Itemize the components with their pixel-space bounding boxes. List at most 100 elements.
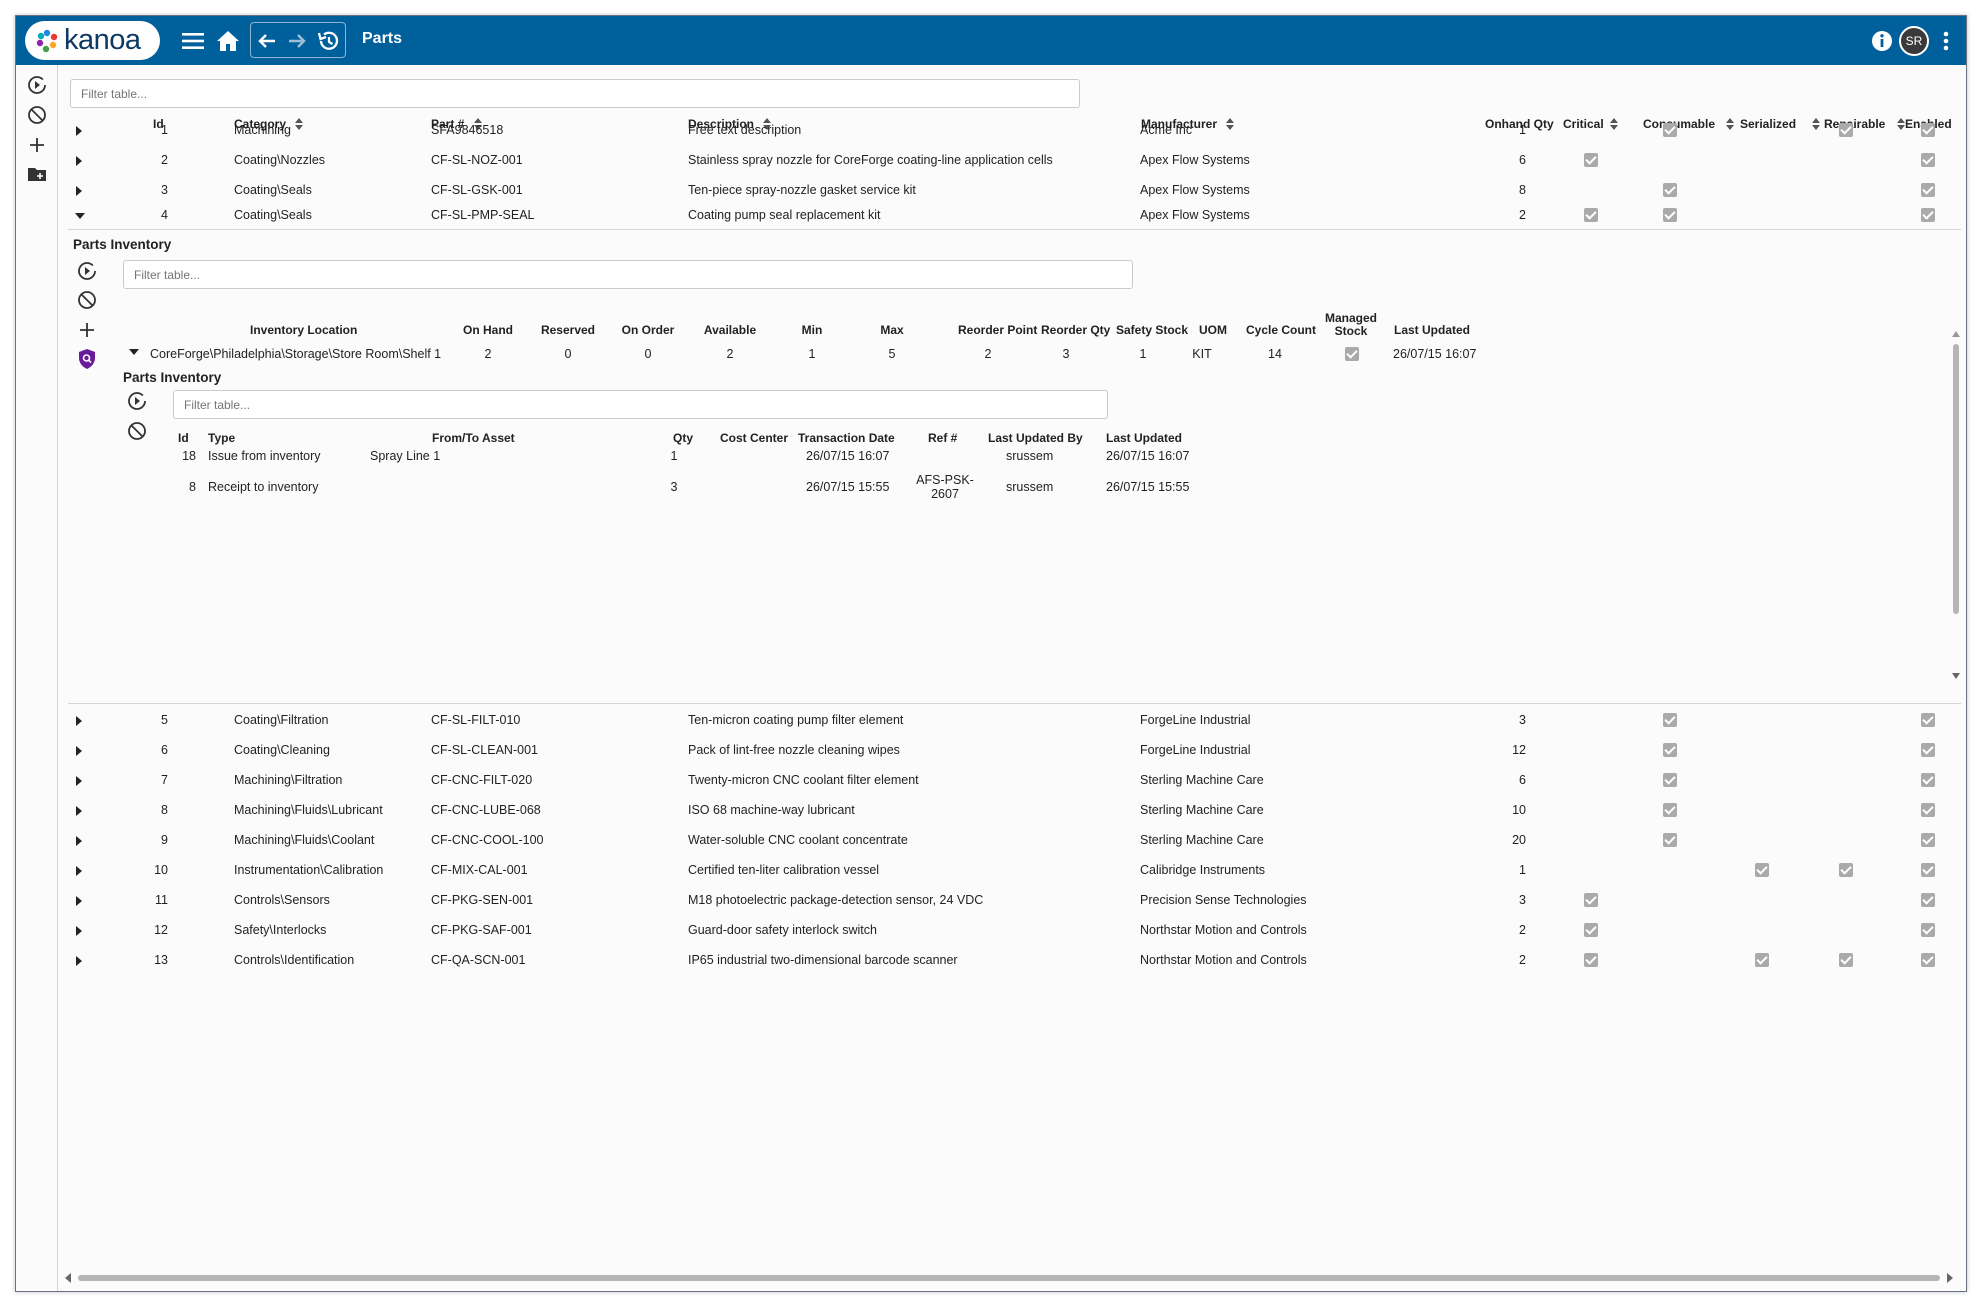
checkbox-checked[interactable] [1921,773,1935,787]
column-header-date[interactable]: Transaction Date [798,431,895,445]
inventory-reorder-point: 2 [984,347,992,361]
checkbox-checked[interactable] [1921,833,1935,847]
checkbox-checked[interactable] [1839,123,1853,137]
clear-filters-icon[interactable] [25,103,49,127]
sort-icon[interactable] [294,117,304,131]
column-header-last-updated[interactable]: Last Updated [1394,323,1470,337]
refresh-icon[interactable] [25,73,49,97]
checkbox-checked[interactable] [1345,347,1359,361]
add-icon[interactable] [76,319,98,341]
column-header-id[interactable]: Id [178,431,189,445]
column-header-cycle[interactable]: Cycle Count [1246,323,1316,337]
checkbox-checked[interactable] [1921,863,1935,877]
more-icon[interactable] [1936,16,1956,65]
kanoa-logo[interactable]: kanoa [25,21,160,60]
filter-input[interactable] [70,79,1080,108]
checkbox-checked[interactable] [1921,803,1935,817]
clear-filters-icon[interactable] [126,420,148,442]
history-icon[interactable] [313,16,343,65]
checkbox-checked[interactable] [1663,123,1677,137]
row-onhand-qty: 1 [1519,863,1526,877]
checkbox-checked[interactable] [1921,208,1935,222]
expand-location-toggle[interactable] [129,349,139,355]
row-onhand-qty: 3 [1519,713,1526,727]
checkbox-checked[interactable] [1755,863,1769,877]
checkbox-checked[interactable] [1921,123,1935,137]
column-header-safety[interactable]: Safety Stock [1116,323,1188,337]
transaction-id: 8 [189,480,196,494]
checkbox-checked[interactable] [1584,893,1598,907]
column-header-uom[interactable]: UOM [1199,323,1227,337]
checkbox-checked[interactable] [1921,743,1935,757]
checkbox-checked[interactable] [1921,923,1935,937]
horizontal-scrollbar[interactable] [64,1271,1954,1283]
back-icon[interactable] [253,16,281,65]
checkbox-checked[interactable] [1663,803,1677,817]
row-id: 7 [161,773,168,787]
column-header-reorder-qty[interactable]: Reorder Qty [1041,323,1110,337]
sort-icon[interactable] [1225,117,1235,131]
sort-icon[interactable] [1609,117,1619,131]
home-icon[interactable] [212,16,244,65]
column-header-cost-center[interactable]: Cost Center [720,431,788,445]
checkbox-checked[interactable] [1584,208,1598,222]
checkbox-checked[interactable] [1921,953,1935,967]
column-header-max[interactable]: Max [862,323,922,337]
shield-search-icon[interactable] [76,348,98,370]
checkbox-checked[interactable] [1839,863,1853,877]
column-header-type[interactable]: Type [208,431,235,445]
column-header-last-updated[interactable]: Last Updated [1106,431,1182,445]
checkbox-checked[interactable] [1921,153,1935,167]
column-header-serialized[interactable]: Serialized [1740,117,1796,131]
vertical-scrollbar[interactable] [1951,330,1961,685]
checkbox-checked[interactable] [1921,183,1935,197]
checkbox-checked[interactable] [1755,953,1769,967]
checkbox-checked[interactable] [1921,713,1935,727]
checkbox-checked[interactable] [1921,893,1935,907]
column-header-location[interactable]: Inventory Location [250,323,357,337]
checkbox-checked[interactable] [1663,208,1677,222]
column-header-reserved[interactable]: Reserved [538,323,598,337]
column-header-qty[interactable]: Qty [673,431,693,445]
user-avatar[interactable]: SR [1899,26,1929,56]
filter-input[interactable] [173,390,1108,419]
checkbox-checked[interactable] [1663,713,1677,727]
parts-inventory-panel: Parts Inventory Inventory Location On Hand… [68,229,1961,704]
info-icon[interactable] [1869,16,1895,65]
column-header-reorder-point[interactable]: Reorder Point [958,323,1037,337]
column-header-updated-by[interactable]: Last Updated By [988,431,1083,445]
row-id: 6 [161,743,168,757]
checkbox-checked[interactable] [1663,183,1677,197]
checkbox-checked[interactable] [1663,773,1677,787]
column-header-onorder[interactable]: On Order [618,323,678,337]
checkbox-checked[interactable] [1839,953,1853,967]
checkbox-checked[interactable] [1663,743,1677,757]
column-header-repairable[interactable]: Repairable [1824,117,1885,131]
add-folder-icon[interactable] [25,162,49,186]
column-header-asset[interactable]: From/To Asset [432,431,515,445]
add-icon[interactable] [25,133,49,157]
checkbox-checked[interactable] [1584,923,1598,937]
column-header-ref[interactable]: Ref # [928,431,957,445]
sort-icon[interactable] [1811,117,1821,131]
column-header-consumable[interactable]: Consumable [1643,117,1715,131]
column-header-managed-stock[interactable]: Managed Stock [1316,312,1386,338]
checkbox-checked[interactable] [1584,153,1598,167]
sort-icon[interactable] [1725,117,1735,131]
checkbox-checked[interactable] [1663,833,1677,847]
menu-icon[interactable] [178,16,208,65]
filter-input[interactable] [123,260,1133,289]
forward-icon[interactable] [283,16,311,65]
row-description: Coating pump seal replacement kit [688,208,881,222]
column-header-onhand[interactable]: On Hand [458,323,518,337]
checkbox-checked[interactable] [1584,953,1598,967]
clear-filters-icon[interactable] [76,289,98,311]
row-onhand-qty: 2 [1519,208,1526,222]
refresh-icon[interactable] [76,260,98,282]
column-header-critical[interactable]: Critical [1563,117,1604,131]
transaction-ref: AFS-PSK-2607 [916,473,974,501]
refresh-icon[interactable] [126,390,148,412]
column-header-available[interactable]: Available [700,323,760,337]
row-description: Guard-door safety interlock switch [688,923,877,937]
column-header-min[interactable]: Min [782,323,842,337]
